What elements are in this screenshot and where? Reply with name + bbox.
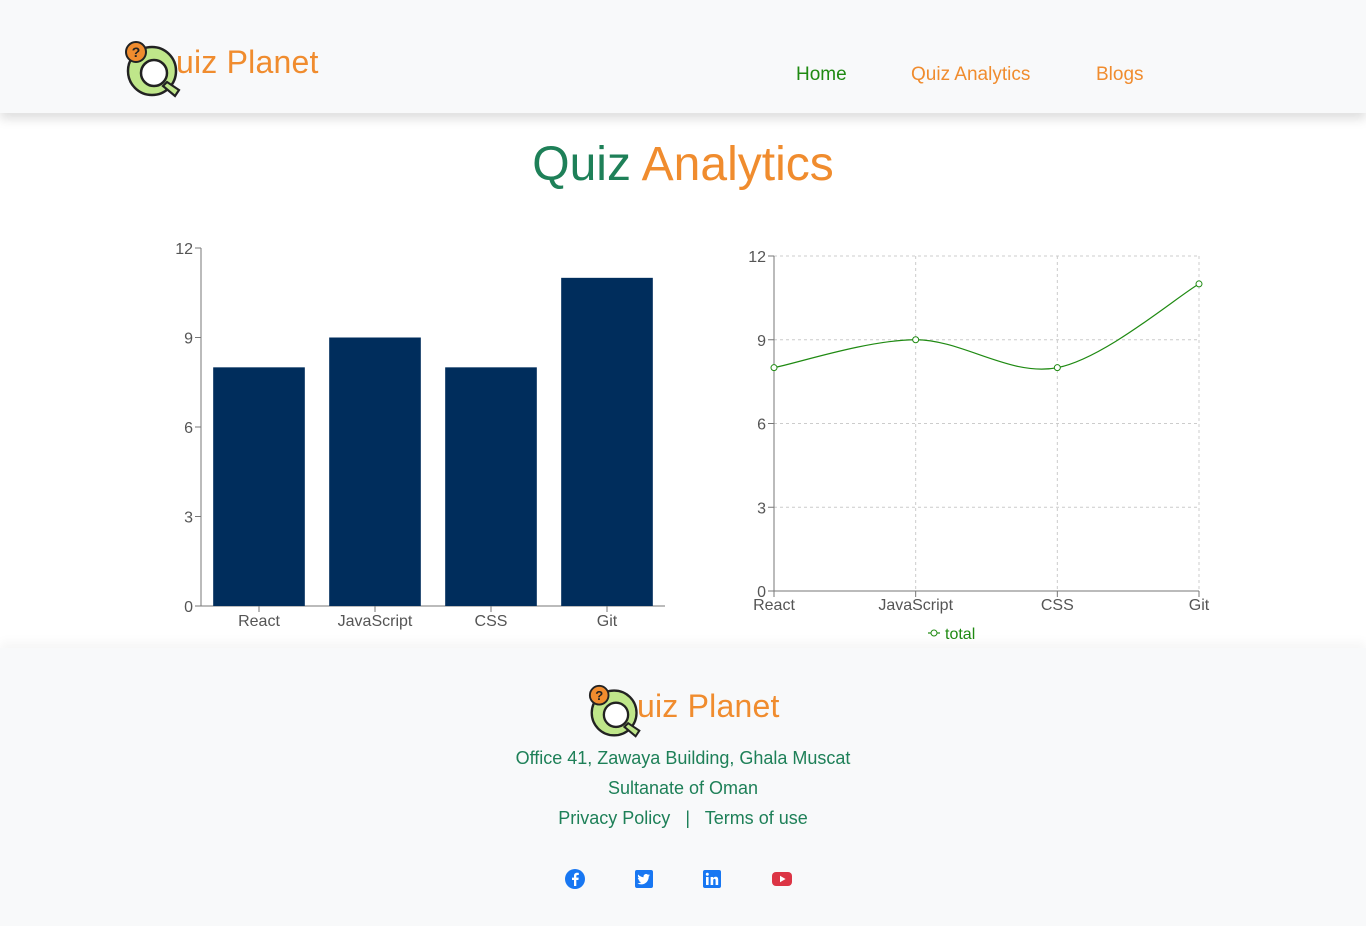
line-series-total	[773, 283, 1200, 370]
line-x-tick-label: JavaScript	[878, 597, 953, 614]
svg-text:?: ?	[132, 44, 141, 60]
footer: ? uiz Planet Office 41, Zawaya Building,…	[0, 648, 1366, 926]
navbar: ? uiz Planet Home Quiz Analytics Blogs	[0, 0, 1366, 113]
line-x-tick-label: CSS	[1041, 597, 1074, 614]
footer-brand-logo[interactable]: ? uiz Planet	[587, 684, 807, 744]
bar	[445, 367, 537, 606]
privacy-policy-link[interactable]: Privacy Policy	[558, 808, 670, 828]
brand-logo[interactable]: ? uiz Planet	[123, 40, 383, 98]
line-y-tick-label: 6	[757, 417, 766, 434]
bar-x-tick-label: CSS	[475, 613, 508, 630]
bar-y-tick-label: 0	[184, 599, 193, 616]
svg-text:?: ?	[595, 688, 603, 703]
bar-y-tick-label: 9	[184, 331, 193, 348]
bar-x-tick-label: JavaScript	[338, 613, 413, 630]
bar-y-tick-label: 3	[184, 510, 193, 527]
nav-home[interactable]: Home	[796, 64, 847, 86]
legend-marker	[930, 629, 938, 637]
line-x-tick-label: React	[753, 597, 795, 614]
footer-link-separator: |	[685, 808, 690, 828]
youtube-icon[interactable]	[771, 868, 793, 890]
footer-links: Privacy Policy | Terms of use	[0, 808, 1366, 829]
line-chart: 036912React JavaScript CSS Gittotal	[748, 249, 1210, 643]
twitter-icon[interactable]	[633, 868, 655, 890]
footer-address-line2: Sultanate of Oman	[607, 778, 759, 798]
footer-brand-name: uiz Planet	[637, 688, 780, 724]
nav-quiz-analytics[interactable]: Quiz Analytics	[911, 64, 1030, 86]
bar-x-tick-label: React	[238, 613, 280, 630]
line-y-tick-label: 9	[757, 333, 766, 350]
line-point	[770, 364, 778, 372]
terms-of-use-link[interactable]: Terms of use	[705, 808, 808, 828]
line-y-tick-label: 12	[748, 249, 766, 266]
bar	[329, 337, 421, 606]
bar-y-tick-label: 6	[184, 420, 193, 437]
linkedin-icon[interactable]	[701, 868, 723, 890]
line-point	[1195, 280, 1203, 288]
bar	[561, 277, 653, 606]
line-y-tick-label: 3	[757, 500, 766, 517]
line-x-tick-label: Git	[1189, 597, 1210, 614]
line-point	[912, 336, 920, 344]
bar-chart: 0 3 6 9 12 React JavaScript CSS Git	[175, 241, 665, 630]
bar	[213, 367, 305, 606]
line-point	[1053, 364, 1061, 372]
bar-y-tick-label: 12	[175, 241, 193, 258]
brand-name: uiz Planet	[176, 44, 319, 80]
footer-address-line1: Office 41, Zawaya Building, Ghala Muscat	[515, 748, 851, 768]
nav-blogs[interactable]: Blogs	[1096, 64, 1144, 86]
facebook-icon[interactable]	[564, 868, 586, 890]
bar-x-tick-label: Git	[597, 613, 618, 630]
legend-label-total: total	[945, 626, 975, 643]
